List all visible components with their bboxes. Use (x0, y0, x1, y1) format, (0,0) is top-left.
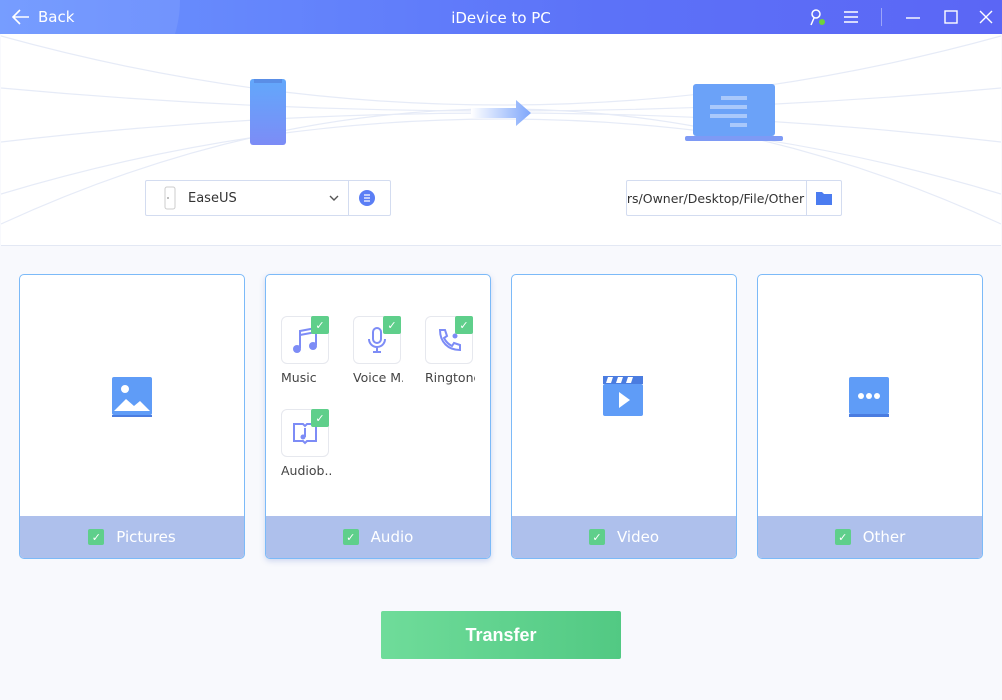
category-label: Pictures (116, 528, 176, 546)
category-card-pictures[interactable]: ✓ Pictures (19, 274, 245, 559)
checkbox-other[interactable]: ✓ (834, 529, 851, 545)
card-footer: ✓ Other (758, 516, 982, 558)
audio-item-music[interactable]: ✓ Music (281, 316, 343, 385)
checkbox-music[interactable]: ✓ (311, 316, 329, 334)
category-label: Audio (370, 528, 414, 546)
folder-icon (816, 192, 833, 205)
chevron-down-icon[interactable] (328, 194, 340, 202)
destination-path: ers/Owner/Desktop/File/Other (627, 190, 805, 206)
video-icon (603, 376, 643, 416)
checkbox-pictures[interactable]: ✓ (88, 529, 105, 545)
close-icon[interactable] (977, 8, 995, 26)
title-bar: Back iDevice to PC (0, 0, 1002, 34)
checkbox-audio[interactable]: ✓ (342, 529, 359, 545)
checkbox-video[interactable]: ✓ (588, 529, 605, 545)
category-card-audio[interactable]: ✓ Music ✓ Voice M.. ✓ Ringtone ✓ Audiob.. ✓ A… (265, 274, 491, 559)
card-footer: ✓ Video (512, 516, 736, 558)
device-phone-icon (164, 186, 176, 210)
audio-item-ringtone[interactable]: ✓ Ringtone (425, 316, 487, 385)
audio-item-audiobooks[interactable]: ✓ Audiob.. (281, 409, 343, 478)
transfer-button[interactable]: Transfer (381, 611, 621, 659)
device-info-button[interactable] (348, 181, 384, 215)
menu-icon[interactable] (842, 8, 860, 26)
destination-path-field[interactable]: ers/Owner/Desktop/File/Other (626, 180, 842, 216)
category-card-other[interactable]: ✓ Other (757, 274, 983, 559)
browse-folder-button[interactable] (806, 181, 841, 215)
list-icon (358, 190, 375, 206)
item-label: Music (281, 370, 317, 385)
category-label: Video (616, 528, 660, 546)
card-footer: ✓ Audio (266, 516, 490, 558)
item-label: Ringtone (425, 370, 475, 385)
account-icon[interactable] (808, 8, 826, 26)
laptop-icon (685, 84, 783, 141)
item-label: Audiob.. (281, 463, 331, 478)
category-card-video[interactable]: ✓ Video (511, 274, 737, 559)
phone-icon (250, 79, 286, 145)
card-footer: ✓ Pictures (20, 516, 244, 558)
more-icon (849, 377, 889, 417)
maximize-icon[interactable] (942, 8, 960, 26)
picture-icon (112, 377, 152, 417)
checkbox-audiobooks[interactable]: ✓ (311, 409, 329, 427)
minimize-icon[interactable] (904, 8, 922, 26)
arrow-right-icon (471, 100, 531, 126)
item-label: Voice M.. (353, 370, 403, 385)
audio-item-voice-memos[interactable]: ✓ Voice M.. (353, 316, 415, 385)
device-select[interactable]: EaseUS (145, 180, 391, 216)
checkbox-ringtone[interactable]: ✓ (455, 316, 473, 334)
category-label: Other (862, 528, 906, 546)
divider (881, 8, 882, 26)
checkbox-voice-memos[interactable]: ✓ (383, 316, 401, 334)
device-name: EaseUS (188, 190, 237, 206)
